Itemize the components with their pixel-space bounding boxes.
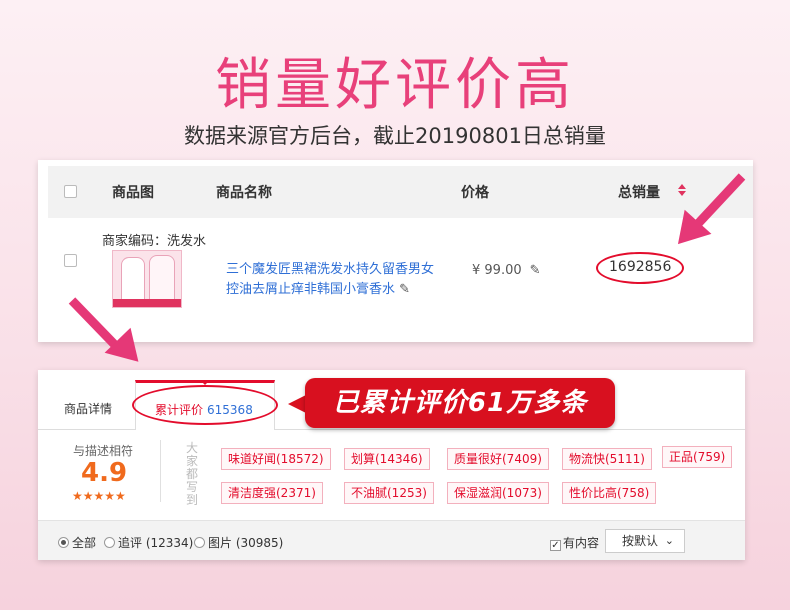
review-tag[interactable]: 保湿滋润(1073)	[447, 482, 549, 504]
header-price: 价格	[461, 185, 489, 201]
tab-reviews[interactable]: 累计评价 615368	[132, 380, 278, 430]
filter-all-label: 全部	[72, 536, 97, 550]
edit-name-icon[interactable]: ✎	[399, 282, 410, 297]
review-tag[interactable]: 味道好闻(18572)	[221, 448, 331, 470]
review-tag[interactable]: 正品(759)	[662, 446, 733, 468]
review-count-banner: 已累计评价61万多条	[305, 378, 615, 428]
tab-reviews-count: 615368	[207, 403, 253, 417]
product-table-card: 商品图 商品名称 价格 总销量 商家编码：洗发水 三个魔发匠黑裙洗发水持久留香男…	[38, 160, 753, 342]
review-tag[interactable]: 划算(14346)	[344, 448, 430, 470]
filter-followup-label: 追评 (12334)	[118, 536, 194, 550]
chevron-down-icon: ⌄	[664, 534, 674, 547]
merchant-code: 商家编码：洗发水	[102, 234, 207, 249]
total-sales-value: 1692856	[609, 259, 672, 275]
tab-reviews-label: 累计评价 615368	[155, 401, 253, 418]
banner-pointer	[288, 395, 306, 413]
table-header: 商品图 商品名称 价格 总销量	[48, 166, 753, 218]
review-tag[interactable]: 不油腻(1253)	[344, 482, 434, 504]
product-thumbnail[interactable]	[112, 250, 182, 308]
filter-photos[interactable]: 图片 (30985)	[194, 534, 283, 551]
has-content-checkbox[interactable]: ✓	[550, 540, 561, 551]
edit-price-icon[interactable]: ✎	[530, 263, 541, 278]
radio-followup[interactable]	[104, 537, 115, 548]
review-filter-bar: 全部 追评 (12334) 图片 (30985) ✓ 有内容 按默认 ⌄	[38, 520, 745, 560]
select-all-checkbox[interactable]	[64, 185, 77, 198]
rating-label: 与描述相符	[73, 444, 134, 458]
has-content-label: 有内容	[563, 536, 600, 550]
header-sales[interactable]: 总销量	[618, 182, 660, 202]
tab-reviews-text: 累计评价	[155, 403, 204, 417]
review-tag[interactable]: 物流快(5111)	[562, 448, 652, 470]
review-tag[interactable]: 性价比高(758)	[562, 482, 657, 504]
radio-all[interactable]	[58, 537, 69, 548]
price-text: ¥ 99.00	[472, 263, 522, 278]
rating-divider	[160, 440, 161, 502]
review-tag[interactable]: 质量很好(7409)	[447, 448, 549, 470]
review-tag[interactable]: 清洁度强(2371)	[221, 482, 323, 504]
rating-score: 4.9	[81, 458, 128, 488]
page-subline: 数据来源官方后台，截止20190801日总销量	[184, 124, 606, 148]
filter-all[interactable]: 全部	[58, 534, 96, 551]
filter-photos-label: 图片 (30985)	[208, 536, 284, 550]
row-checkbox[interactable]	[64, 254, 77, 267]
tab-product-details[interactable]: 商品详情	[64, 400, 112, 417]
header-name: 商品名称	[216, 185, 272, 201]
radio-photos[interactable]	[194, 537, 205, 548]
tags-vertical-label: 大家都写到	[186, 441, 199, 507]
sort-select[interactable]: 按默认 ⌄	[605, 529, 685, 553]
filter-followup[interactable]: 追评 (12334)	[104, 534, 193, 551]
product-name-link[interactable]: 三个魔发匠黑裙洗发水持久留香男女控油去屑止痒非韩国小膏香水 ✎	[226, 260, 436, 300]
product-price: ¥ 99.00 ✎	[472, 263, 541, 278]
sort-icon[interactable]	[678, 184, 686, 196]
sort-select-value: 按默认	[622, 534, 659, 548]
filter-has-content[interactable]: ✓ 有内容	[550, 534, 599, 551]
rating-stars-icon: ★★★★★	[72, 489, 126, 503]
page-headline: 销量好评价高	[215, 53, 575, 118]
header-image: 商品图	[112, 185, 154, 201]
